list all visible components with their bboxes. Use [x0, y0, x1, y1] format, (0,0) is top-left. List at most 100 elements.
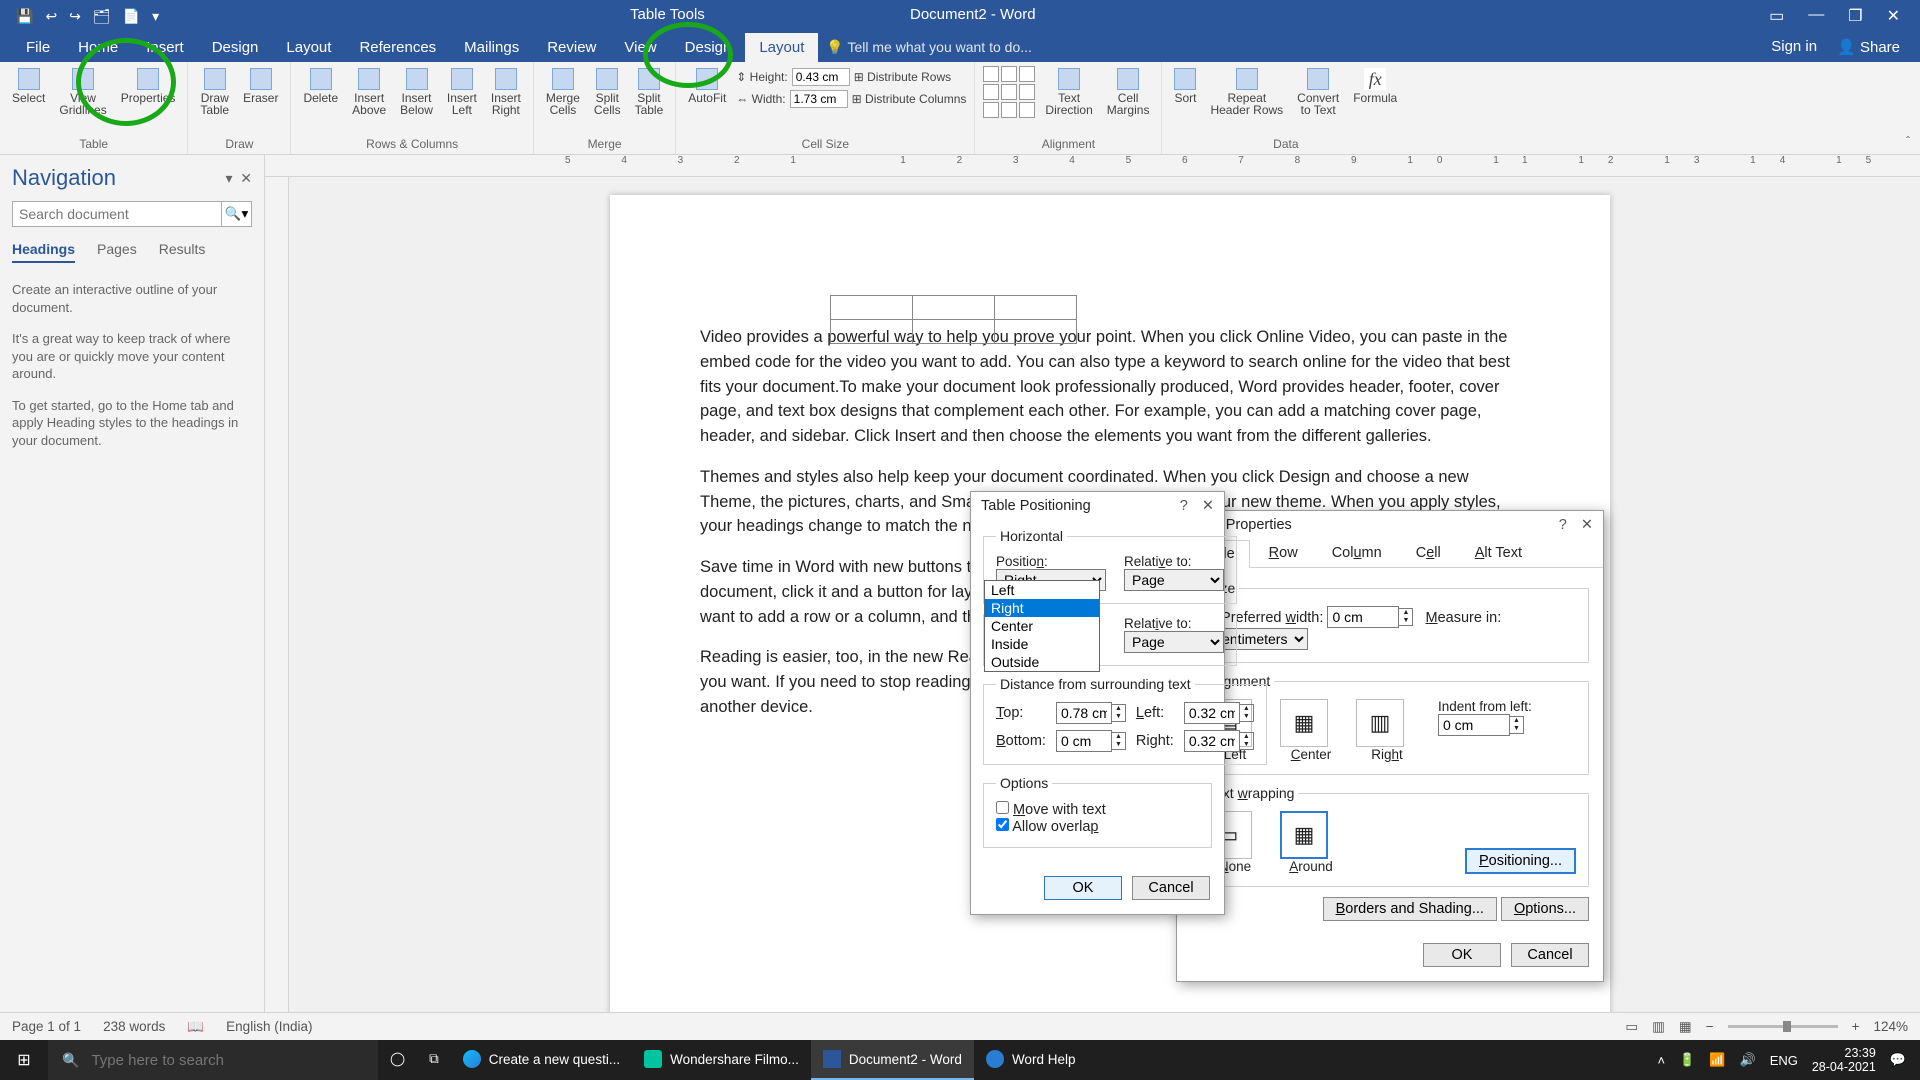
tab-home[interactable]: Home [64, 33, 132, 62]
insert-right-button[interactable]: Insert Right [487, 66, 525, 118]
dropdown-option[interactable]: Right [985, 599, 1099, 617]
spin-down-icon[interactable]: ▼ [1399, 617, 1412, 625]
spin-up-icon[interactable]: ▲ [1510, 717, 1523, 725]
eraser-button[interactable]: Eraser [239, 66, 282, 106]
spin-up-icon[interactable]: ▲ [1399, 609, 1412, 617]
h-relative-select[interactable]: Page [1124, 569, 1224, 591]
spin-down-icon[interactable]: ▼ [1240, 741, 1253, 749]
tab-cell[interactable]: Cell [1401, 539, 1456, 567]
split-table-button[interactable]: Split Table [631, 66, 668, 118]
indent-input[interactable] [1438, 714, 1510, 736]
ok-button[interactable]: OK [1044, 876, 1122, 900]
spin-up-icon[interactable]: ▲ [1240, 705, 1253, 713]
positioning-button[interactable]: Positioning... [1465, 848, 1576, 874]
taskbar-search[interactable]: 🔍 [48, 1040, 378, 1080]
collapse-ribbon-icon[interactable]: ˆ [1906, 134, 1910, 148]
spin-down-icon[interactable]: ▼ [1240, 713, 1253, 721]
height-input[interactable] [792, 68, 850, 86]
insert-below-button[interactable]: Insert Below [396, 66, 437, 118]
tray-language[interactable]: ENG [1770, 1053, 1798, 1068]
sort-button[interactable]: Sort [1170, 66, 1200, 106]
merge-cells-button[interactable]: Merge Cells [542, 66, 584, 118]
body-text[interactable]: Video provides a powerful way to help yo… [700, 325, 1520, 449]
formula-button[interactable]: fxFormula [1349, 66, 1401, 106]
position-dropdown-list[interactable]: Left Right Center Inside Outside [984, 580, 1100, 672]
zoom-level[interactable]: 124% [1873, 1019, 1908, 1034]
sign-in-link[interactable]: Sign in [1771, 38, 1817, 56]
share-button[interactable]: 👤 Share [1837, 38, 1900, 56]
vertical-ruler[interactable] [265, 177, 289, 1012]
repeat-header-button[interactable]: Repeat Header Rows [1206, 66, 1287, 118]
open-icon[interactable]: 🗂 [93, 8, 111, 25]
tray-battery-icon[interactable]: 🔋 [1679, 1052, 1695, 1068]
horizontal-ruler[interactable]: 5 4 3 2 1 1 2 3 4 5 6 7 8 9 10 11 12 13 … [265, 155, 1920, 177]
ok-button[interactable]: OK [1423, 943, 1501, 967]
distribute-rows-button[interactable]: ⊞ Distribute Rows [854, 70, 951, 84]
web-layout-icon[interactable]: ▦ [1679, 1019, 1692, 1035]
tray-volume-icon[interactable]: 🔊 [1740, 1052, 1756, 1068]
taskbar-help[interactable]: Word Help [974, 1040, 1088, 1080]
align-right-option[interactable]: ▥ [1356, 699, 1404, 747]
borders-shading-button[interactable]: Borders and Shading... [1323, 897, 1497, 921]
maximize-icon[interactable]: ❐ [1848, 6, 1862, 26]
tab-table-layout[interactable]: Layout [745, 33, 818, 62]
qat-more-icon[interactable]: ▾ [152, 8, 159, 25]
autofit-button[interactable]: AutoFit [684, 66, 730, 106]
nav-search-input[interactable] [12, 201, 222, 227]
inserted-table[interactable] [830, 295, 1077, 344]
print-layout-icon[interactable]: ▥ [1652, 1019, 1665, 1035]
text-direction-button[interactable]: Text Direction [1041, 66, 1096, 118]
tray-clock[interactable]: 23:3928-04-2021 [1812, 1046, 1876, 1075]
left-input[interactable] [1184, 702, 1240, 724]
help-icon[interactable]: ? [1180, 498, 1188, 514]
view-gridlines-button[interactable]: View Gridlines [55, 66, 110, 118]
v-relative-select[interactable]: Page [1124, 631, 1224, 653]
close-icon[interactable]: ✕ [1887, 6, 1900, 26]
tray-chevron-icon[interactable]: ˄ [1658, 1053, 1666, 1068]
page-status[interactable]: Page 1 of 1 [12, 1019, 81, 1034]
move-with-text-check[interactable]: Move with text [996, 802, 1106, 818]
taskbar-filmora[interactable]: Wondershare Filmo... [632, 1040, 811, 1080]
right-input[interactable] [1184, 730, 1240, 752]
new-icon[interactable]: 📄 [123, 8, 140, 25]
bottom-input[interactable] [1056, 730, 1112, 752]
alignment-grid[interactable] [983, 66, 1035, 118]
tab-file[interactable]: File [12, 33, 64, 62]
dropdown-option[interactable]: Center [985, 617, 1099, 635]
spin-down-icon[interactable]: ▼ [1510, 725, 1523, 733]
width-input[interactable] [790, 90, 848, 108]
wrap-around-option[interactable]: ▦ [1280, 811, 1328, 859]
zoom-slider[interactable] [1728, 1025, 1838, 1028]
tab-design[interactable]: Design [198, 33, 273, 62]
spin-up-icon[interactable]: ▲ [1112, 705, 1125, 713]
tab-mailings[interactable]: Mailings [450, 33, 533, 62]
help-icon[interactable]: ? [1559, 517, 1567, 533]
zoom-in-icon[interactable]: + [1852, 1019, 1860, 1034]
tab-references[interactable]: References [345, 33, 450, 62]
tab-review[interactable]: Review [533, 33, 610, 62]
tab-alt-text[interactable]: Alt Text [1460, 539, 1537, 567]
tab-column[interactable]: Column [1317, 539, 1397, 567]
spin-up-icon[interactable]: ▲ [1240, 733, 1253, 741]
spin-down-icon[interactable]: ▼ [1112, 741, 1125, 749]
options-button[interactable]: Options... [1501, 897, 1589, 921]
spin-up-icon[interactable]: ▲ [1112, 733, 1125, 741]
tray-notifications-icon[interactable]: 💬 [1890, 1052, 1906, 1068]
tab-insert[interactable]: Insert [132, 33, 198, 62]
tab-view[interactable]: View [610, 33, 670, 62]
tab-table-design[interactable]: Design [671, 33, 746, 62]
allow-overlap-check[interactable]: Allow overlap [996, 819, 1098, 835]
insert-above-button[interactable]: Insert Above [348, 66, 390, 118]
nav-dropdown-icon[interactable]: ▾ [225, 170, 232, 186]
properties-button[interactable]: Properties [117, 66, 180, 106]
draw-table-button[interactable]: Draw Table [196, 66, 233, 118]
dropdown-option[interactable]: Left [985, 581, 1099, 599]
select-button[interactable]: Select [8, 66, 49, 106]
save-icon[interactable]: 💾 [16, 8, 33, 25]
spin-down-icon[interactable]: ▼ [1112, 713, 1125, 721]
taskbar-search-input[interactable] [91, 1052, 364, 1069]
close-icon[interactable]: ✕ [1202, 498, 1214, 514]
cancel-button[interactable]: Cancel [1132, 876, 1210, 900]
nav-close-icon[interactable]: ✕ [240, 170, 252, 186]
dropdown-option[interactable]: Inside [985, 635, 1099, 653]
